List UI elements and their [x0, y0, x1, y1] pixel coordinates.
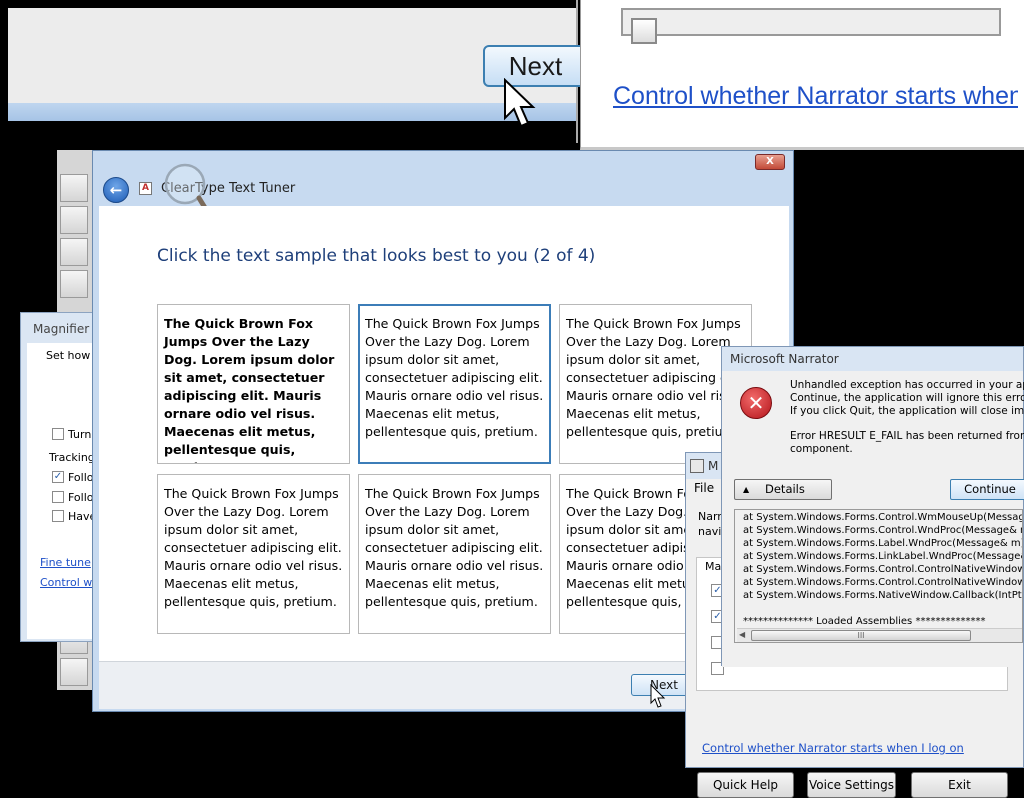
- triangle-up-icon: ▲: [743, 485, 750, 494]
- text-sample-5[interactable]: The Quick Brown Fox Jumps Over the Lazy …: [358, 474, 551, 634]
- mouse-cursor-icon: [650, 684, 666, 708]
- error-message-line: Error HRESULT E_FAIL has been returned f…: [790, 430, 1024, 442]
- trace-line: at System.Windows.Forms.Control.ControlN…: [743, 577, 1023, 588]
- magnified-box: [621, 8, 1001, 36]
- tracking-group-label: Tracking: [49, 451, 95, 464]
- magnified-footer-area: Next: [8, 8, 588, 140]
- strip-button[interactable]: [60, 174, 88, 202]
- cleartype-app-icon: A: [139, 182, 152, 195]
- turn-checkbox[interactable]: [52, 428, 64, 440]
- error-dialog-title: Microsoft Narrator: [730, 352, 839, 366]
- error-message-line: Continue, the application will ignore th…: [790, 392, 1024, 404]
- strip-button[interactable]: [60, 238, 88, 266]
- close-button[interactable]: X: [755, 154, 785, 170]
- text-sample-4[interactable]: The Quick Brown Fox Jumps Over the Lazy …: [157, 474, 350, 634]
- strip-button[interactable]: [60, 658, 88, 686]
- trace-line: at System.Windows.Forms.Control.WndProc(…: [743, 525, 1023, 536]
- turn-label: Turn: [68, 428, 92, 441]
- back-arrow-icon[interactable]: ←: [103, 177, 129, 203]
- error-icon: ✕: [740, 387, 772, 419]
- quick-help-button[interactable]: Quick Help: [697, 772, 794, 798]
- details-button[interactable]: ▲ Details: [734, 479, 832, 500]
- trace-line: at System.Windows.Forms.Control.ControlN…: [743, 564, 1023, 575]
- strip-button[interactable]: [60, 270, 88, 298]
- strip-button[interactable]: [60, 206, 88, 234]
- loaded-assemblies-line: ************** Loaded Assemblies *******…: [743, 616, 986, 627]
- exit-button[interactable]: Exit: [911, 772, 1008, 798]
- magnified-black-band: [8, 121, 576, 140]
- magnifier-body: Set how Turn Tracking ✓ Follo Follo Have…: [27, 343, 99, 639]
- trace-line: at System.Windows.Forms.Control.WmMouseU…: [743, 512, 1023, 523]
- voice-settings-button[interactable]: Voice Settings: [807, 772, 896, 798]
- error-message-line: If you click Quit, the application will …: [790, 405, 1024, 417]
- error-dialog-body: ✕ Unhandled exception has occurred in yo…: [722, 371, 1024, 667]
- magnified-link: Control whether Narrator starts when I: [613, 82, 1018, 110]
- scroll-thumb[interactable]: III: [751, 630, 971, 641]
- follow-mouse-label: Follo: [68, 471, 94, 484]
- text-sample-2[interactable]: The Quick Brown Fox Jumps Over the Lazy …: [358, 304, 551, 464]
- follow-focus-checkbox[interactable]: [52, 491, 64, 503]
- magnified-blue-band: [8, 103, 576, 121]
- narrator-title: M: [708, 459, 719, 473]
- set-how-label: Set how: [46, 349, 91, 362]
- error-message-line: Unhandled exception has occurred in your…: [790, 379, 1024, 391]
- magnified-left-pane: Next: [0, 0, 588, 143]
- magnifier-window: Magnifier Set how Turn Tracking ✓ Follo …: [20, 312, 100, 642]
- magnified-view: Next Control whether Narrator starts whe…: [0, 0, 1024, 150]
- error-dialog: Microsoft Narrator ✕ Unhandled exception…: [721, 346, 1024, 667]
- details-label: Details: [765, 482, 805, 496]
- text-sample-1[interactable]: The Quick Brown Fox Jumps Over the Lazy …: [157, 304, 350, 464]
- continue-button[interactable]: Continue: [950, 479, 1024, 500]
- magnified-right-pane: Control whether Narrator starts when I: [580, 0, 1024, 150]
- trace-line: at System.Windows.Forms.LinkLabel.WndPro…: [743, 551, 1023, 562]
- magnifier-control-link[interactable]: Control w: [40, 576, 92, 589]
- narrator-app-icon: [690, 459, 704, 473]
- fine-tune-link[interactable]: Fine tune: [40, 556, 91, 569]
- error-message-line: component.: [790, 443, 853, 455]
- mouse-cursor-icon: [504, 78, 536, 128]
- scroll-left-icon[interactable]: ◀: [739, 630, 745, 639]
- trace-line: at System.Windows.Forms.Label.WndProc(Me…: [743, 538, 1023, 549]
- menu-file[interactable]: File: [694, 481, 714, 495]
- follow-focus-label: Follo: [68, 491, 94, 504]
- page-heading: Click the text sample that looks best to…: [157, 246, 596, 266]
- have-checkbox[interactable]: [52, 510, 64, 522]
- magnified-checkbox: [631, 18, 657, 44]
- follow-mouse-checkbox[interactable]: ✓: [52, 471, 64, 483]
- stack-trace-box[interactable]: at System.Windows.Forms.Control.WmMouseU…: [734, 509, 1023, 643]
- trace-line: at System.Windows.Forms.NativeWindow.Cal…: [743, 590, 1023, 601]
- horizontal-scrollbar[interactable]: ◀ III: [737, 628, 1022, 642]
- magnifier-title: Magnifier: [33, 322, 90, 336]
- group-label: Ma: [705, 560, 722, 573]
- startup-link[interactable]: Control whether Narrator starts when I l…: [702, 741, 964, 755]
